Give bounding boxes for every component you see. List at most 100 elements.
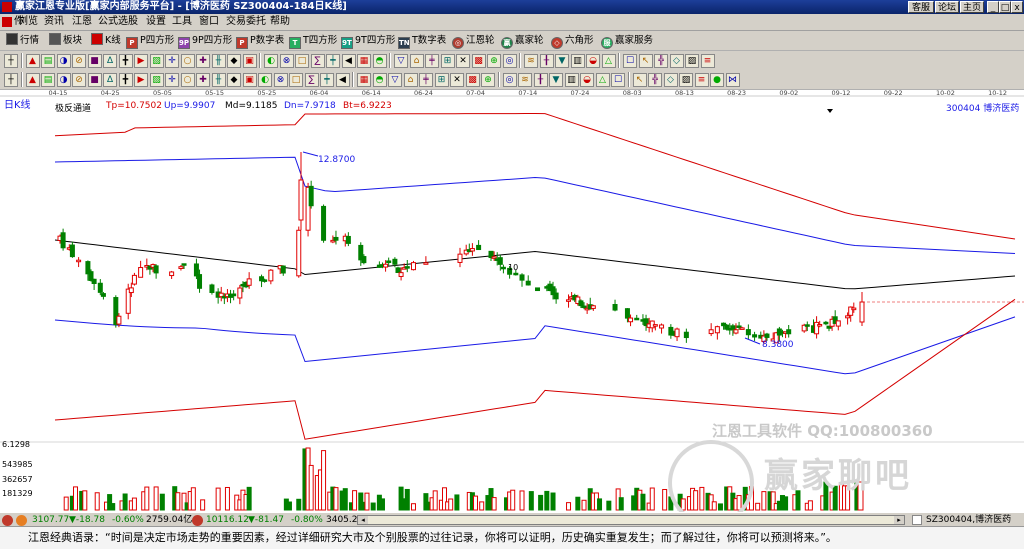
tool-18-icon[interactable]: ⊗ — [273, 73, 288, 87]
toolbar-winner-service[interactable]: 服赢家服务 — [601, 33, 653, 49]
tool-41-icon[interactable]: ╬ — [648, 73, 662, 87]
tool-37-icon[interactable]: ◒ — [586, 54, 600, 68]
tool-20-icon[interactable]: ∑ — [304, 73, 319, 87]
horizontal-scrollbar[interactable]: ◂ ▸ — [357, 515, 905, 525]
tool-26-icon[interactable]: ⌂ — [403, 73, 418, 87]
tool-32-icon[interactable]: ◎ — [502, 73, 517, 87]
tool-22-icon[interactable]: ◀ — [335, 73, 350, 87]
tool-22-icon[interactable]: ◀ — [341, 54, 356, 68]
toolbar-p-table[interactable]: P P数字表 — [236, 33, 284, 49]
tool-18-icon[interactable]: ⊗ — [279, 54, 294, 68]
tool-3-icon[interactable]: ▤ — [41, 73, 55, 87]
toolbar-quotes[interactable]: 行情 — [6, 33, 39, 48]
menu-item-settings[interactable]: 设置 — [146, 14, 166, 30]
scroll-left-icon[interactable]: ◂ — [358, 516, 368, 524]
menu-item-gann[interactable]: 江恩 — [72, 14, 92, 30]
tool-20-icon[interactable]: ∑ — [310, 54, 325, 68]
tool-15-icon[interactable]: ◆ — [227, 73, 241, 87]
tool-35-icon[interactable]: ▼ — [549, 73, 563, 87]
tool-29-icon[interactable]: ✕ — [450, 73, 464, 87]
scroll-right-icon[interactable]: ▸ — [894, 516, 904, 524]
tool-21-icon[interactable]: ┿ — [326, 54, 340, 68]
tool-30-icon[interactable]: ▩ — [465, 73, 480, 87]
tool-5-icon[interactable]: ⊘ — [72, 54, 86, 68]
tool-31-icon[interactable]: ⊕ — [481, 73, 495, 87]
toolbar-9t-square[interactable]: 9T 9T四方形 — [341, 33, 395, 49]
tool-8-icon[interactable]: ╋ — [118, 54, 133, 68]
menu-item-news[interactable]: 资讯 — [44, 14, 64, 30]
tool-26-icon[interactable]: ⌂ — [409, 54, 424, 68]
tool-9-icon[interactable]: ▶ — [134, 73, 148, 87]
tool-17-icon[interactable]: ◐ — [264, 54, 278, 68]
tool-15-icon[interactable]: ◆ — [227, 54, 241, 68]
tool-13-icon[interactable]: ✚ — [196, 54, 210, 68]
tool-12-icon[interactable]: ○ — [180, 54, 195, 68]
tool-3-icon[interactable]: ▤ — [41, 54, 55, 68]
tool-10-icon[interactable]: ▧ — [149, 54, 164, 68]
tool-30-icon[interactable]: ▩ — [471, 54, 486, 68]
tool-46-icon[interactable]: ⋈ — [725, 73, 740, 87]
maximize-button[interactable]: □ — [999, 1, 1011, 13]
tool-41-icon[interactable]: ╬ — [654, 54, 668, 68]
tool-28-icon[interactable]: ⊞ — [440, 54, 455, 68]
tool-6-icon[interactable]: ■ — [87, 73, 102, 87]
tool-39-icon[interactable]: ☐ — [611, 73, 625, 87]
toolbar-sectors[interactable]: 板块 — [49, 33, 82, 48]
tool-36-icon[interactable]: ▥ — [570, 54, 585, 68]
menu-item-browse[interactable]: 浏览 — [18, 14, 38, 30]
tool-19-icon[interactable]: □ — [295, 54, 309, 68]
tool-8-icon[interactable]: ╋ — [118, 73, 133, 87]
tool-24-icon[interactable]: ◓ — [372, 54, 387, 68]
tool-4-icon[interactable]: ◑ — [56, 54, 71, 68]
tool-2-icon[interactable]: ▲ — [25, 54, 40, 68]
toolbar-t-table[interactable]: TN T数字表 — [398, 33, 446, 49]
toolbar-t-square[interactable]: T T四方形 — [289, 33, 337, 49]
tool-14-icon[interactable]: ╫ — [211, 73, 226, 87]
tool-21-icon[interactable]: ┿ — [320, 73, 334, 87]
tool-43-icon[interactable]: ▨ — [679, 73, 693, 87]
tool-7-icon[interactable]: ∆ — [103, 54, 117, 68]
menu-item-formula[interactable]: 公式选股 — [98, 14, 138, 30]
tool-42-icon[interactable]: ◇ — [669, 54, 684, 68]
tool-27-icon[interactable]: ╪ — [419, 73, 433, 87]
close-button[interactable]: x — [1011, 1, 1023, 13]
tool-36-icon[interactable]: ▥ — [564, 73, 579, 87]
toolbar-gann-wheel[interactable]: ◎ 江恩轮 — [452, 33, 495, 49]
tool-6-icon[interactable]: ■ — [87, 54, 102, 68]
customer-service-button[interactable]: 客服 — [908, 1, 934, 13]
tool-44-icon[interactable]: ≡ — [700, 54, 715, 68]
tool-7-icon[interactable]: ∆ — [103, 73, 117, 87]
toolbar-hexagon[interactable]: ◇ 六角形 — [551, 33, 594, 49]
tool-32-icon[interactable]: ◎ — [502, 54, 517, 68]
tool-23-icon[interactable]: ▦ — [357, 54, 371, 68]
tool-27-icon[interactable]: ╪ — [425, 54, 439, 68]
tool-13-icon[interactable]: ✚ — [196, 73, 210, 87]
tool-34-icon[interactable]: ╂ — [533, 73, 548, 87]
tool-1-icon[interactable]: ┼ — [4, 73, 18, 87]
tool-35-icon[interactable]: ▼ — [555, 54, 569, 68]
tool-45-icon[interactable]: ● — [710, 73, 724, 87]
tool-38-icon[interactable]: △ — [595, 73, 610, 87]
toolbar-p-square[interactable]: P P四方形 — [126, 33, 174, 49]
tool-11-icon[interactable]: ✛ — [165, 54, 179, 68]
tool-31-icon[interactable]: ⊕ — [487, 54, 501, 68]
tool-1-icon[interactable]: ┼ — [4, 54, 18, 68]
tool-23-icon[interactable]: ▦ — [357, 73, 371, 87]
homepage-button[interactable]: 主页 — [960, 1, 984, 13]
tool-33-icon[interactable]: ≋ — [524, 54, 538, 68]
tool-14-icon[interactable]: ╫ — [211, 54, 226, 68]
tool-19-icon[interactable]: □ — [289, 73, 303, 87]
menu-item-tools[interactable]: 工具 — [172, 14, 192, 30]
menu-item-help[interactable]: 帮助 — [270, 14, 290, 30]
tool-2-icon[interactable]: ▲ — [25, 73, 40, 87]
tool-29-icon[interactable]: ✕ — [456, 54, 470, 68]
toolbar-kline[interactable]: K线 — [91, 33, 121, 48]
tool-28-icon[interactable]: ⊞ — [434, 73, 449, 87]
tool-43-icon[interactable]: ▨ — [685, 54, 699, 68]
tool-25-icon[interactable]: ▽ — [388, 73, 402, 87]
tool-33-icon[interactable]: ≋ — [518, 73, 532, 87]
tool-24-icon[interactable]: ◓ — [372, 73, 387, 87]
forum-button[interactable]: 论坛 — [935, 1, 959, 13]
tool-25-icon[interactable]: ▽ — [394, 54, 408, 68]
tool-34-icon[interactable]: ╂ — [539, 54, 554, 68]
